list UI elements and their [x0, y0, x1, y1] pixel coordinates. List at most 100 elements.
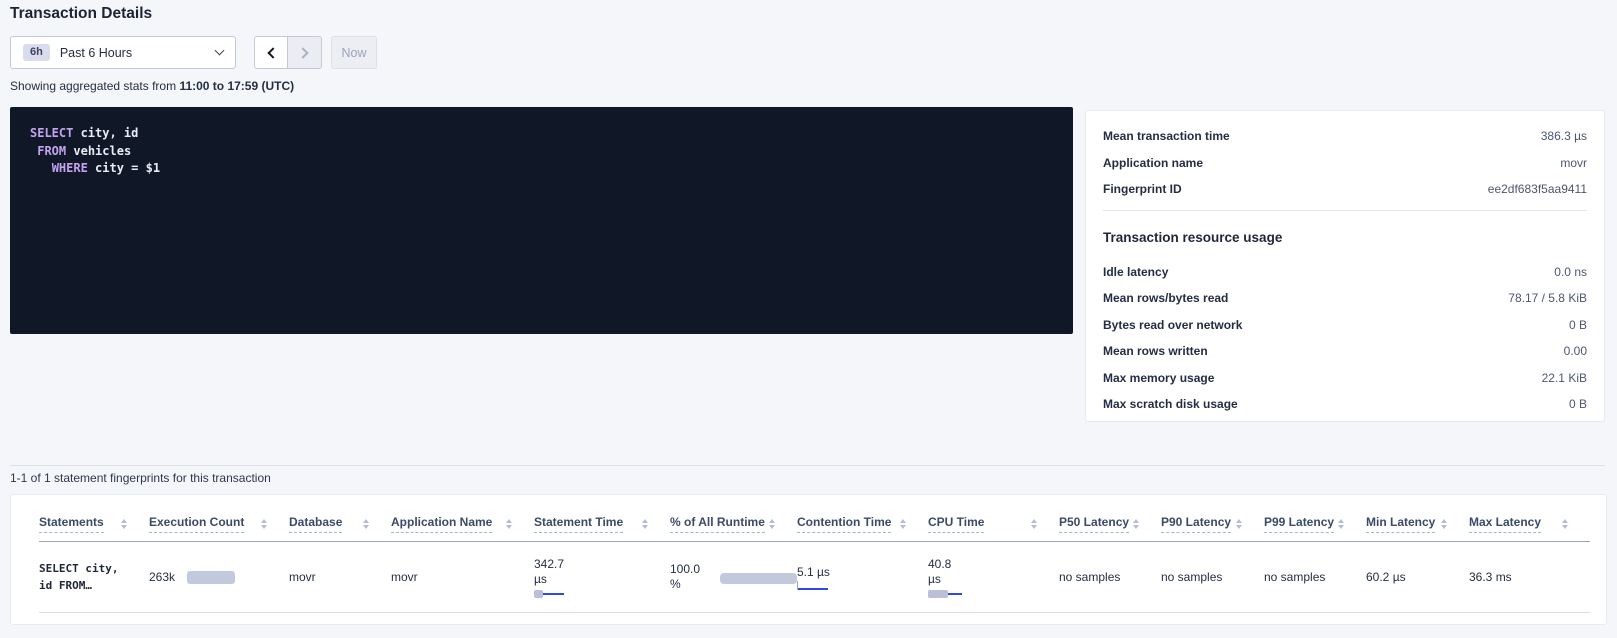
cpu-time-value: 40.8 µs	[928, 557, 964, 587]
sort-icon	[1133, 519, 1139, 529]
transaction-summary-card: Mean transaction time 386.3 µs Application…	[1085, 110, 1605, 422]
time-range-label: Past 6 Hours	[60, 46, 132, 60]
summary-resource-rows: Idle latency 0.0 ns Mean rows/bytes read78…	[1103, 266, 1587, 411]
time-toolbar: 6h Past 6 Hours Now	[10, 36, 377, 69]
summary-row-label: Max scratch disk usage	[1103, 398, 1238, 411]
column-header-statements[interactable]: Statements	[39, 516, 149, 533]
max-latency-cell: 36.3 ms	[1469, 570, 1590, 584]
page-title: Transaction Details	[10, 5, 152, 23]
column-header-label: Statements	[39, 516, 104, 533]
column-header-label: Statement Time	[534, 516, 623, 533]
transaction-sql-panel: SELECT city, id FROM vehicles WHERE city…	[10, 107, 1073, 334]
statement-time-cell: 342.7 µs	[534, 557, 670, 598]
summary-row-label: Idle latency	[1103, 266, 1168, 279]
summary-row-label: Mean transaction time	[1103, 130, 1230, 143]
time-pager	[254, 36, 322, 69]
column-header-p90-latency[interactable]: P90 Latency	[1161, 516, 1264, 533]
column-header-label: CPU Time	[928, 516, 984, 533]
application-name-cell: movr	[391, 570, 534, 584]
statements-table: Statements Execution Count DatabaseApplica…	[10, 494, 1607, 625]
summary-row: Mean rows written0.00	[1103, 345, 1587, 358]
summary-row-value: 0.0 ns	[1554, 266, 1587, 279]
summary-row-value: 386.3 µs	[1541, 130, 1587, 143]
contention-time-bar	[797, 581, 827, 590]
statement-time-bar	[534, 590, 568, 598]
column-header-label: Application Name	[391, 516, 492, 533]
sort-icon	[1031, 519, 1037, 529]
summary-row: Mean rows/bytes read78.17 / 5.8 KiB	[1103, 292, 1587, 305]
min-latency-cell: 60.2 µs	[1366, 570, 1469, 584]
previous-interval-button[interactable]	[254, 36, 288, 69]
column-header-database[interactable]: Database	[289, 516, 391, 533]
pct-runtime-bar	[720, 573, 797, 584]
statements-count-caption: 1-1 of 1 statement fingerprints for this…	[10, 471, 271, 485]
summary-row: Bytes read over network 0 B	[1103, 319, 1587, 332]
time-range-badge: 6h	[23, 44, 50, 61]
contention-time-value: 5.1 µs	[797, 565, 928, 579]
sort-icon	[1562, 519, 1568, 529]
column-header-p99-latency[interactable]: P99 Latency	[1264, 516, 1366, 533]
column-header-execution-count[interactable]: Execution Count	[149, 516, 289, 533]
section-divider	[10, 465, 1605, 466]
chevron-left-icon	[267, 47, 278, 58]
statement-link[interactable]: SELECT city, id FROM…	[39, 560, 149, 594]
statement-time-value: 342.7 µs	[534, 557, 580, 587]
summary-row-value: 0 B	[1569, 398, 1587, 411]
summary-row-label: Fingerprint ID	[1103, 183, 1182, 196]
sort-icon	[121, 519, 127, 529]
pct-runtime-cell: 100.0 %	[670, 562, 797, 592]
summary-row-label: Mean rows written	[1103, 345, 1208, 358]
aggregated-stats-caption: Showing aggregated stats from 11:00 to 1…	[10, 79, 294, 93]
column-header-cpu-time[interactable]: CPU Time	[928, 516, 1059, 533]
sort-icon	[261, 519, 267, 529]
column-header-label: Contention Time	[797, 516, 891, 533]
sort-icon	[769, 519, 775, 529]
sort-icon	[1441, 519, 1447, 529]
summary-row-value: movr	[1560, 157, 1587, 170]
execution-count-value: 263k	[149, 570, 175, 584]
sort-icon	[642, 519, 648, 529]
summary-row: Mean transaction time 386.3 µs	[1103, 130, 1587, 143]
p90-latency-cell: no samples	[1161, 570, 1264, 584]
execution-count-bar	[187, 571, 235, 584]
summary-row: Fingerprint ID ee2df683f5aa9411	[1103, 183, 1587, 196]
execution-count-cell: 263k	[149, 570, 289, 584]
column-header-application-name[interactable]: Application Name	[391, 516, 534, 533]
summary-row: Idle latency 0.0 ns	[1103, 266, 1587, 279]
summary-top-rows: Mean transaction time 386.3 µs Application…	[1103, 130, 1587, 196]
resource-usage-title: Transaction resource usage	[1103, 230, 1587, 245]
p50-latency-cell: no samples	[1059, 570, 1161, 584]
contention-time-cell: 5.1 µs	[797, 565, 928, 590]
chevron-down-icon	[215, 46, 225, 56]
sort-icon	[900, 519, 906, 529]
column-header-max-latency[interactable]: Max Latency	[1469, 516, 1590, 533]
column-header--of-all-runtime[interactable]: % of All Runtime	[670, 516, 797, 533]
summary-row-value: ee2df683f5aa9411	[1488, 183, 1587, 196]
now-button[interactable]: Now	[331, 36, 377, 69]
column-header-contention-time[interactable]: Contention Time	[797, 516, 928, 533]
sql-code: SELECT city, id FROM vehicles WHERE city…	[30, 125, 1053, 178]
cpu-time-cell: 40.8 µs	[928, 557, 1059, 598]
column-header-label: P90 Latency	[1161, 516, 1231, 533]
time-range-dropdown[interactable]: 6h Past 6 Hours	[10, 36, 236, 69]
summary-row-label: Bytes read over network	[1103, 319, 1242, 332]
column-header-label: Execution Count	[149, 516, 244, 533]
summary-row-label: Max memory usage	[1103, 372, 1214, 385]
summary-row: Application name movr	[1103, 157, 1587, 170]
column-header-label: Max Latency	[1469, 516, 1541, 533]
sort-icon	[363, 519, 369, 529]
column-header-statement-time[interactable]: Statement Time	[534, 516, 670, 533]
column-header-p50-latency[interactable]: P50 Latency	[1059, 516, 1161, 533]
summary-row-label: Application name	[1103, 157, 1203, 170]
sort-icon	[506, 519, 512, 529]
column-header-label: % of All Runtime	[670, 516, 765, 533]
next-interval-button[interactable]	[288, 36, 322, 69]
column-header-label: Min Latency	[1366, 516, 1435, 533]
table-row: SELECT city, id FROM… 263k movr movr 342…	[39, 542, 1590, 613]
chevron-right-icon	[297, 47, 308, 58]
column-header-label: P50 Latency	[1059, 516, 1129, 533]
column-header-label: P99 Latency	[1264, 516, 1334, 533]
summary-row-value: 0 B	[1569, 319, 1587, 332]
summary-divider	[1103, 210, 1587, 211]
column-header-min-latency[interactable]: Min Latency	[1366, 516, 1469, 533]
